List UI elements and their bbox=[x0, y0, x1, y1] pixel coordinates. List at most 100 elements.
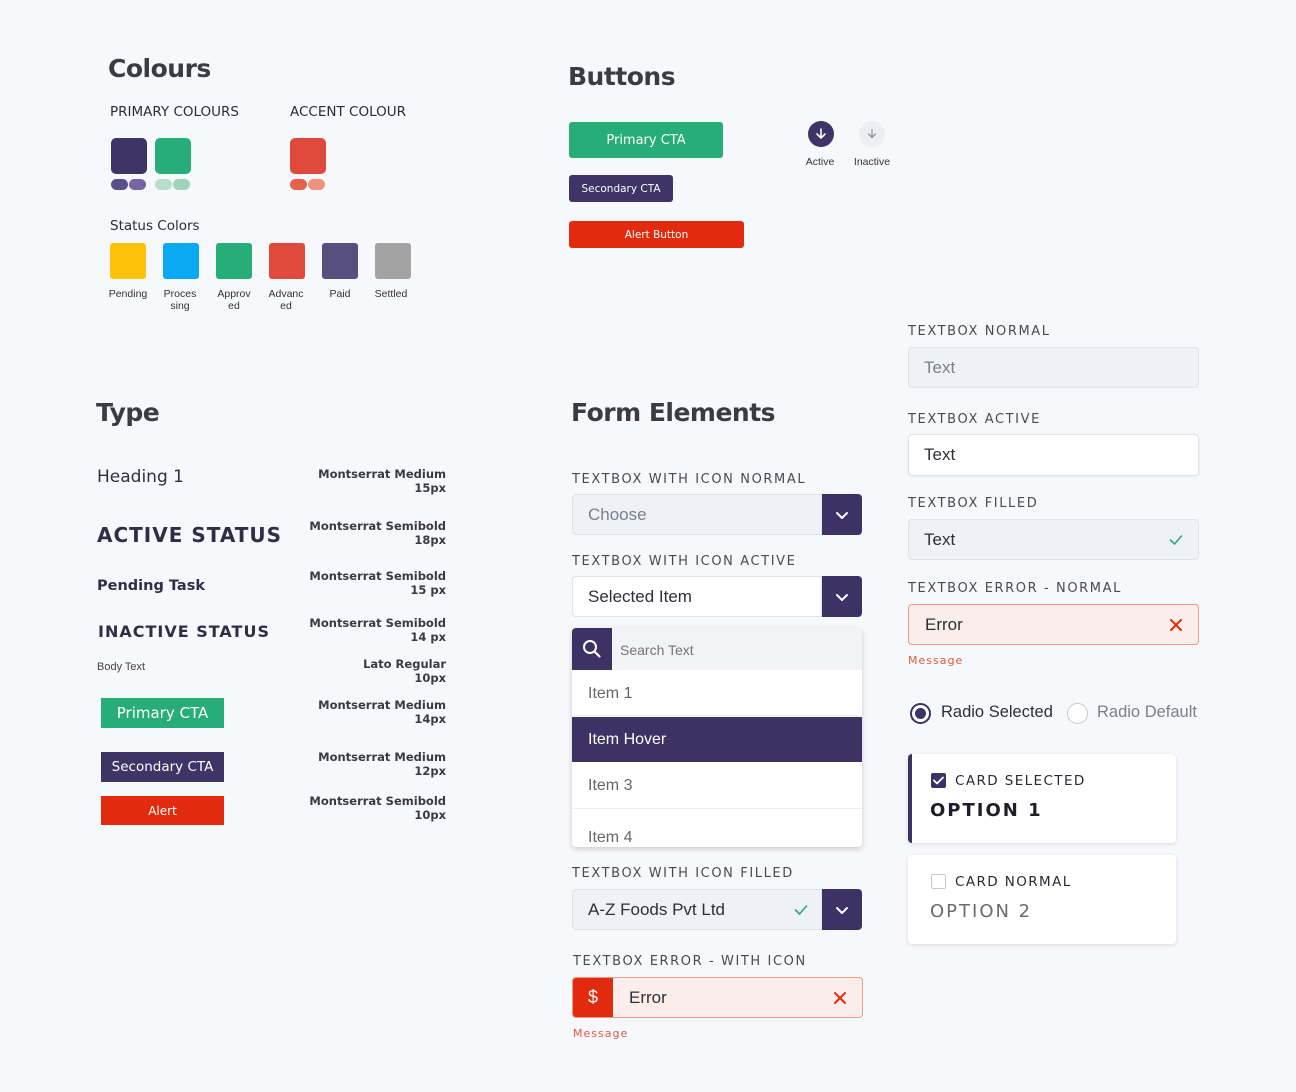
status-label-pending: Pending bbox=[108, 288, 148, 300]
close-icon[interactable] bbox=[1169, 618, 1183, 632]
textbox-error-message: Message bbox=[908, 654, 964, 667]
dropdown-item-hover[interactable]: Item Hover bbox=[572, 717, 862, 762]
chevron-down-icon bbox=[836, 511, 848, 519]
dropdown-item-label: Item 4 bbox=[588, 829, 633, 846]
type-sample-body-text: Body Text bbox=[97, 661, 146, 673]
type-spec-pending-task: Montserrat Semibold 15 px bbox=[309, 569, 446, 597]
type-spec-primary-cta: Montserrat Medium 14px bbox=[318, 698, 446, 726]
type-spec-alert: Montserrat Semibold 10px bbox=[309, 794, 446, 822]
type-sample-heading-1: Heading 1 bbox=[97, 467, 184, 487]
colours-title: Colours bbox=[108, 54, 211, 83]
card-normal-label: CARD NORMAL bbox=[955, 874, 1072, 890]
type-sample-pending-task: Pending Task bbox=[97, 578, 205, 594]
selected-item-select[interactable]: Selected Item bbox=[572, 576, 822, 617]
type-sample-secondary-cta: Secondary CTA bbox=[101, 752, 224, 782]
textbox-active[interactable]: Text bbox=[908, 434, 1199, 476]
accent-tint-1 bbox=[290, 179, 307, 190]
card-selected-option: OPTION 1 bbox=[930, 800, 1043, 821]
textbox-filled[interactable]: Text bbox=[908, 519, 1199, 560]
alert-button[interactable]: Alert Button bbox=[569, 221, 744, 248]
textbox-error[interactable]: Error bbox=[908, 604, 1199, 645]
radio-selected[interactable] bbox=[910, 703, 931, 724]
icon-active-label: TEXTBOX WITH ICON ACTIVE bbox=[572, 554, 797, 569]
choose-placeholder: Choose bbox=[588, 504, 647, 524]
icon-filled-label: TEXTBOX WITH ICON FILLED bbox=[572, 866, 794, 881]
status-swatch-approved bbox=[216, 243, 252, 279]
company-value: A-Z Foods Pvt Ltd bbox=[588, 899, 725, 919]
choose-dropdown-button[interactable] bbox=[822, 494, 862, 535]
status-swatch-processing bbox=[163, 243, 199, 279]
chevron-down-icon bbox=[836, 593, 848, 601]
checkbox-unchecked[interactable] bbox=[931, 874, 946, 889]
primary-cta-button[interactable]: Primary CTA bbox=[569, 122, 723, 158]
arrow-down-icon bbox=[816, 128, 826, 139]
primary-colours-label: PRIMARY COLOURS bbox=[110, 104, 239, 120]
dropdown-search-button[interactable] bbox=[572, 628, 612, 670]
icon-error-label: TEXTBOX ERROR - WITH ICON bbox=[573, 954, 807, 969]
arrow-down-icon bbox=[867, 129, 877, 139]
form-elements-title: Form Elements bbox=[571, 398, 776, 427]
accent-colour-label: ACCENT COLOUR bbox=[290, 104, 406, 120]
dropdown-item-label: Item 3 bbox=[588, 776, 633, 794]
status-label-advanced: Advanc ed bbox=[268, 288, 304, 312]
dropdown-item[interactable]: Item 3 bbox=[572, 763, 862, 809]
type-spec-active-status: Montserrat Semibold 18px bbox=[309, 519, 446, 547]
card-selected[interactable]: CARD SELECTED OPTION 1 bbox=[908, 754, 1176, 843]
active-label: Active bbox=[805, 156, 835, 168]
card-selected-label: CARD SELECTED bbox=[955, 773, 1086, 789]
company-dropdown-button[interactable] bbox=[822, 889, 862, 930]
check-icon bbox=[794, 905, 808, 915]
status-label-settled: Settled bbox=[374, 288, 408, 300]
selected-item-value: Selected Item bbox=[588, 586, 692, 606]
type-spec-body-text: Lato Regular 10px bbox=[363, 657, 446, 685]
type-sample-alert: Alert bbox=[101, 796, 224, 825]
company-select[interactable]: A-Z Foods Pvt Ltd bbox=[572, 889, 822, 930]
card-normal[interactable]: CARD NORMAL OPTION 2 bbox=[908, 855, 1176, 944]
textbox-filled-value: Text bbox=[924, 529, 956, 549]
textbox-error-value: Error bbox=[925, 614, 963, 634]
dropdown-search-input[interactable] bbox=[620, 639, 850, 661]
accent-swatch bbox=[290, 138, 326, 174]
type-sample-inactive-status: INACTIVE STATUS bbox=[98, 622, 270, 641]
radio-default-label: Radio Default bbox=[1097, 703, 1197, 721]
radio-selected-label: Radio Selected bbox=[941, 703, 1053, 721]
dropdown-item-label: Item Hover bbox=[588, 730, 667, 748]
chevron-down-icon bbox=[836, 906, 848, 914]
dropdown-item[interactable]: Item 1 bbox=[572, 672, 862, 716]
primary-tint-green-1 bbox=[155, 179, 172, 190]
status-swatch-advanced bbox=[269, 243, 305, 279]
status-colors-label: Status Colors bbox=[110, 218, 200, 234]
amount-error-input[interactable]: Error bbox=[572, 977, 863, 1018]
primary-swatch-green bbox=[155, 138, 191, 174]
choose-select[interactable]: Choose bbox=[572, 494, 822, 535]
textbox-normal-label: TEXTBOX NORMAL bbox=[908, 324, 1051, 339]
textbox-normal-placeholder: Text bbox=[924, 357, 956, 377]
download-inactive-button[interactable] bbox=[859, 121, 885, 147]
radio-dot bbox=[915, 708, 926, 719]
dollar-icon: $ bbox=[573, 978, 613, 1017]
type-spec-secondary-cta: Montserrat Medium 12px bbox=[318, 750, 446, 778]
dropdown-menu: Item 1 Item Hover Item 3 Item 4 bbox=[572, 628, 862, 847]
type-sample-primary-cta: Primary CTA bbox=[101, 698, 224, 728]
radio-default[interactable] bbox=[1067, 703, 1088, 724]
status-label-paid: Paid bbox=[329, 288, 351, 300]
textbox-filled-label: TEXTBOX FILLED bbox=[908, 496, 1039, 511]
status-swatch-settled bbox=[375, 243, 411, 279]
type-sample-active-status: ACTIVE STATUS bbox=[97, 523, 283, 547]
selected-item-dropdown-button[interactable] bbox=[822, 576, 862, 617]
download-active-button[interactable] bbox=[808, 121, 834, 147]
secondary-cta-button[interactable]: Secondary CTA bbox=[569, 175, 673, 202]
textbox-active-value: Text bbox=[924, 445, 956, 464]
textbox-active-label: TEXTBOX ACTIVE bbox=[908, 412, 1041, 427]
textbox-error-label: TEXTBOX ERROR - NORMAL bbox=[908, 581, 1122, 596]
search-icon bbox=[583, 640, 601, 658]
dropdown-item[interactable]: Item 4 bbox=[572, 810, 862, 847]
textbox-normal[interactable]: Text bbox=[908, 347, 1199, 388]
type-spec-heading-1: Montserrat Medium 15px bbox=[318, 467, 446, 495]
primary-tint-purple-2 bbox=[129, 179, 146, 190]
type-spec-inactive-status: Montserrat Semibold 14 px bbox=[309, 616, 446, 644]
checkbox-checked[interactable] bbox=[931, 773, 946, 788]
type-title: Type bbox=[96, 398, 160, 427]
close-icon[interactable] bbox=[833, 991, 847, 1005]
buttons-title: Buttons bbox=[568, 62, 676, 91]
